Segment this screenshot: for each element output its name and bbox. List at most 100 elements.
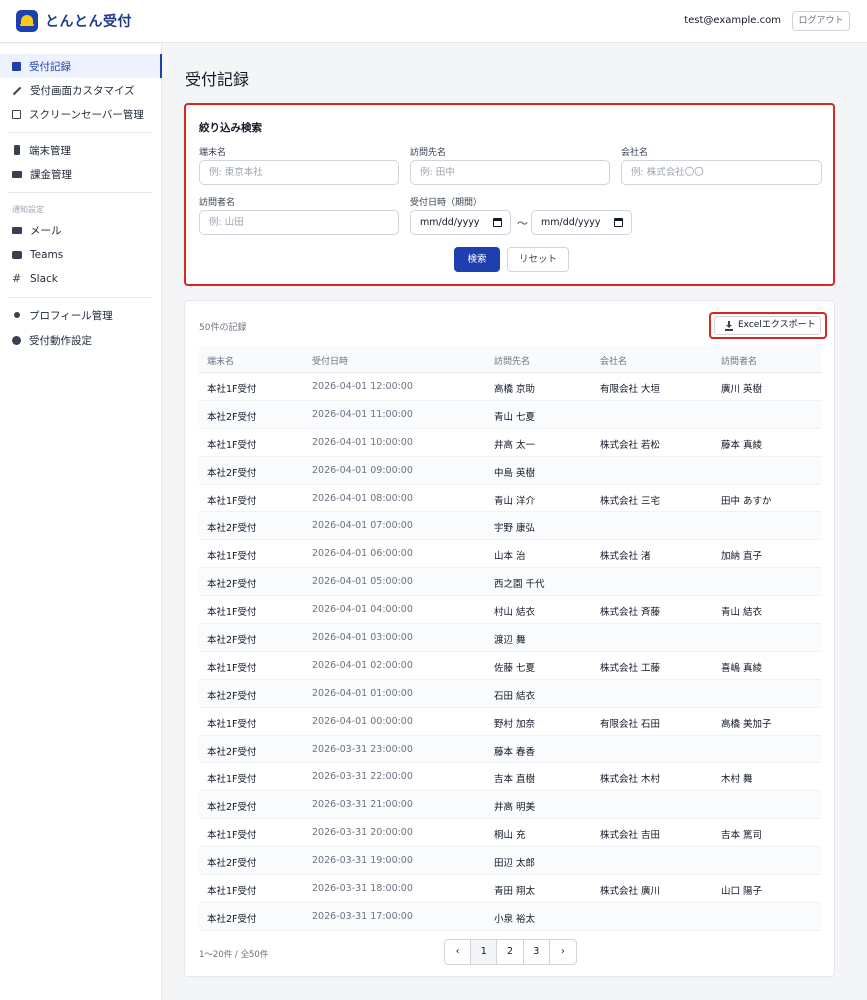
sidebar-item-label: Teams <box>30 249 64 261</box>
cell-visit-to: 吉本 直樹 <box>494 774 536 786</box>
date-from-input[interactable]: mm/dd/yyyy <box>410 210 511 235</box>
cell-company: 株式会社 三宅 <box>600 495 661 507</box>
cell-visit-to: 佐藤 七夏 <box>494 662 536 674</box>
cell-datetime: 2026-04-01 06:00:00 <box>312 548 413 560</box>
table-row[interactable]: 本社2F受付 2026-04-01 01:00:00 石田 結衣 <box>199 679 821 708</box>
user-email: test@example.com <box>684 15 781 26</box>
pencil-icon <box>12 86 22 96</box>
cell-company: 有限会社 石田 <box>600 718 661 730</box>
cell-terminal: 本社2F受付 <box>207 467 257 479</box>
terminal-input[interactable]: 例: 東京本社 <box>199 160 399 185</box>
cell-visit-to: 中島 英樹 <box>494 467 536 479</box>
pagination: ‹ 1 2 3 › <box>444 939 577 965</box>
table-row[interactable]: 本社1F受付 2026-03-31 18:00:00 青田 翔太 株式会社 廣川 山口 … <box>199 875 821 903</box>
sidebar-item-reception-records[interactable]: 受付記録 <box>0 54 162 78</box>
table-row[interactable]: 本社2F受付 2026-03-31 17:00:00 小泉 裕太 <box>199 902 821 931</box>
company-input[interactable]: 例: 株式会社〇〇 <box>621 160 822 185</box>
prev-page-button[interactable]: ‹ <box>445 940 472 964</box>
table-row[interactable]: 本社1F受付 2026-04-01 08:00:00 青山 洋介 株式会社 三宅 田中 … <box>199 485 821 513</box>
date-to-input[interactable]: mm/dd/yyyy <box>531 210 632 235</box>
cell-datetime: 2026-04-01 05:00:00 <box>312 576 413 588</box>
date-to-value: mm/dd/yyyy <box>541 217 601 228</box>
calendar-icon[interactable] <box>614 218 623 227</box>
column-header-company[interactable]: 会社名 <box>600 354 627 367</box>
page-title: 受付記録 <box>185 70 250 89</box>
table-row[interactable]: 本社2F受付 2026-03-31 19:00:00 田辺 太郎 <box>199 847 821 876</box>
sidebar-item-customize[interactable]: 受付画面カスタマイズ <box>0 78 162 102</box>
table-row[interactable]: 本社1F受付 2026-03-31 20:00:00 桐山 充 株式会社 吉田 吉本 篤… <box>199 819 821 848</box>
sidebar-item-teams[interactable]: Teams <box>0 243 162 267</box>
search-button[interactable]: 検索 <box>454 247 500 272</box>
sidebar-item-label: スクリーンセーバー管理 <box>29 108 144 121</box>
table-row[interactable]: 本社2F受付 2026-04-01 07:00:00 宇野 康弘 <box>199 512 821 541</box>
column-header-visit-to[interactable]: 訪問先名 <box>494 354 530 367</box>
chat-icon <box>12 251 22 259</box>
table-row[interactable]: 本社2F受付 2026-04-01 03:00:00 渡辺 舞 <box>199 624 821 652</box>
cell-visitor: 吉本 篤司 <box>721 830 763 842</box>
calendar-icon[interactable] <box>493 218 502 227</box>
column-header-visitor[interactable]: 訪問者名 <box>721 354 757 367</box>
gear-icon <box>12 335 21 345</box>
table-row[interactable]: 本社1F受付 2026-04-01 00:00:00 野村 加奈 有限会社 石田 高橋 … <box>199 708 821 736</box>
cell-datetime: 2026-04-01 08:00:00 <box>312 492 413 504</box>
table-row[interactable]: 本社2F受付 2026-04-01 11:00:00 青山 七夏 <box>199 400 821 429</box>
table-row[interactable]: 本社1F受付 2026-03-31 22:00:00 吉本 直樹 株式会社 木村 木村 … <box>199 763 821 792</box>
sidebar-item-label: 受付動作設定 <box>29 334 92 347</box>
cell-visitor: 木村 舞 <box>721 774 753 786</box>
sidebar-item-screensaver[interactable]: スクリーンセーバー管理 <box>0 102 162 126</box>
cell-terminal: 本社1F受付 <box>207 886 257 898</box>
cell-visitor: 廣川 英樹 <box>721 384 763 395</box>
date-from-value: mm/dd/yyyy <box>420 217 480 228</box>
cell-visit-to: 青山 洋介 <box>494 495 536 507</box>
sidebar-item-billing[interactable]: 課金管理 <box>0 162 162 186</box>
column-header-datetime[interactable]: 受付日時 <box>312 354 348 367</box>
cell-visit-to: 村山 結衣 <box>494 607 536 619</box>
table-row[interactable]: 本社1F受付 2026-04-01 12:00:00 高橋 京助 有限会社 大垣 廣川 … <box>199 373 821 401</box>
cell-datetime: 2026-03-31 22:00:00 <box>312 771 413 783</box>
cell-company: 株式会社 斉藤 <box>600 607 661 619</box>
excel-export-button[interactable]: Excelエクスポート <box>714 316 821 335</box>
cell-terminal: 本社1F受付 <box>207 607 257 619</box>
sidebar-item-mail[interactable]: メール <box>0 218 162 242</box>
app-title[interactable]: とんとん受付 <box>45 11 132 31</box>
table-row[interactable]: 本社2F受付 2026-04-01 05:00:00 西之園 千代 <box>199 568 821 597</box>
cell-datetime: 2026-03-31 20:00:00 <box>312 827 413 839</box>
column-header-terminal[interactable]: 端末名 <box>207 354 234 367</box>
date-range-separator: 〜 <box>517 217 528 230</box>
cell-datetime: 2026-04-01 04:00:00 <box>312 604 413 616</box>
cell-datetime: 2026-03-31 23:00:00 <box>312 743 413 755</box>
sidebar-item-terminals[interactable]: 端末管理 <box>0 138 162 162</box>
table-row[interactable]: 本社1F受付 2026-04-01 04:00:00 村山 結衣 株式会社 斉藤 青山 … <box>199 596 821 625</box>
table-row[interactable]: 本社1F受付 2026-04-01 10:00:00 井高 太一 株式会社 若松 藤本 … <box>199 429 821 457</box>
table-row[interactable]: 本社2F受付 2026-04-01 09:00:00 中島 英樹 <box>199 456 821 485</box>
page-button-3[interactable]: 3 <box>524 940 550 964</box>
table-row[interactable]: 本社2F受付 2026-03-31 23:00:00 藤本 春香 <box>199 735 821 764</box>
cell-visitor: 高橋 美加子 <box>721 718 772 730</box>
logout-button[interactable]: ログアウト <box>792 11 850 31</box>
table-row[interactable]: 本社1F受付 2026-04-01 06:00:00 山本 治 株式会社 渚 加納 直子 <box>199 540 821 569</box>
cell-visitor: 山口 陽子 <box>721 886 763 898</box>
page-button-2[interactable]: 2 <box>497 940 524 964</box>
cell-visit-to: 藤本 春香 <box>494 746 536 758</box>
download-icon <box>725 321 733 331</box>
table-row[interactable]: 本社2F受付 2026-03-31 21:00:00 井高 明美 <box>199 791 821 820</box>
sidebar-item-slack[interactable]: # Slack <box>0 267 162 291</box>
next-page-button[interactable]: › <box>550 940 576 964</box>
page-button-1[interactable]: 1 <box>471 940 498 964</box>
visit-to-input[interactable]: 例: 田中 <box>410 160 610 185</box>
visitor-input[interactable]: 例: 山田 <box>199 210 399 235</box>
sidebar-item-label: プロフィール管理 <box>29 309 113 322</box>
cell-visit-to: 西之園 千代 <box>494 579 545 591</box>
cell-visitor: 喜嶋 真綾 <box>721 662 763 674</box>
cell-terminal: 本社1F受付 <box>207 774 257 786</box>
cell-datetime: 2026-03-31 19:00:00 <box>312 855 413 867</box>
company-label: 会社名 <box>621 148 649 158</box>
sidebar-item-profile[interactable]: プロフィール管理 <box>0 303 162 327</box>
sidebar-item-reception-settings[interactable]: 受付動作設定 <box>0 328 162 352</box>
cell-visit-to: 渡辺 舞 <box>494 635 526 647</box>
clipboard-icon <box>12 61 21 71</box>
cell-datetime: 2026-04-01 10:00:00 <box>312 436 413 448</box>
reset-button[interactable]: リセット <box>507 247 569 272</box>
table-row[interactable]: 本社1F受付 2026-04-01 02:00:00 佐藤 七夏 株式会社 工藤 喜嶋 … <box>199 652 821 680</box>
cell-visit-to: 石田 結衣 <box>494 690 536 702</box>
